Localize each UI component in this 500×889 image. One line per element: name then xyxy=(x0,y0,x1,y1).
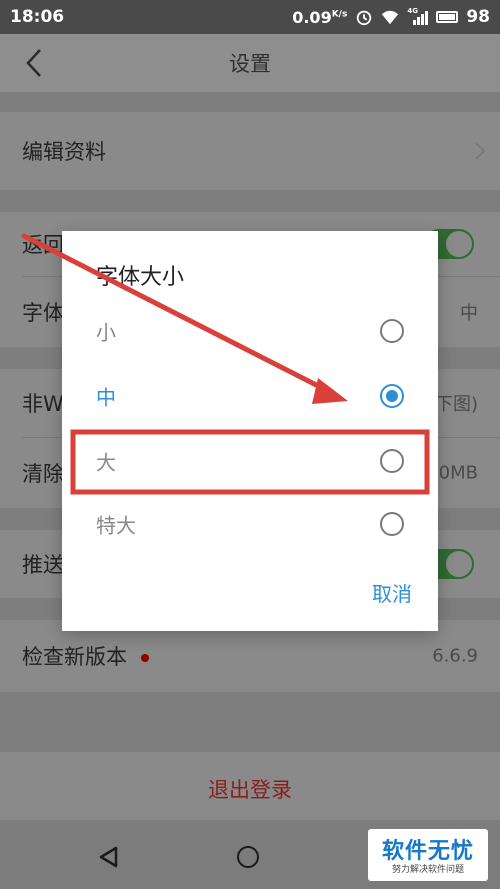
status-icons: 0.09K/s 4G 98 xyxy=(292,7,490,27)
battery-icon xyxy=(436,11,459,23)
watermark-logo: 软件无忧 努力解决软件问题 xyxy=(368,829,488,881)
return-row-label: 返回 xyxy=(22,233,64,257)
clear-row-label: 清除 xyxy=(22,462,64,486)
alarm-icon xyxy=(357,10,372,26)
option-label: 小 xyxy=(96,320,116,345)
option-medium[interactable]: 中 xyxy=(62,363,438,429)
push-row-label: 推送 xyxy=(22,553,64,577)
cancel-button[interactable]: 取消 xyxy=(372,578,412,607)
dialog-title: 字体大小 xyxy=(96,265,185,290)
signal-icon: 4G xyxy=(407,7,429,25)
logout-button[interactable]: 退出登录 xyxy=(0,752,500,820)
check-version-label: 检查新版本 xyxy=(22,641,149,671)
update-dot xyxy=(141,654,149,662)
wifi-icon xyxy=(382,10,399,25)
section-gap xyxy=(0,190,500,212)
option-large[interactable]: 大 xyxy=(62,428,438,494)
option-extra-large[interactable]: 特大 xyxy=(62,491,438,557)
radio-button[interactable] xyxy=(380,319,404,343)
option-label: 大 xyxy=(96,450,116,475)
battery-level: 98 xyxy=(466,7,490,27)
non-wifi-row-label: 非W xyxy=(22,392,64,416)
logout-label: 退出登录 xyxy=(208,778,292,802)
radio-button[interactable] xyxy=(380,384,404,408)
edit-profile-label: 编辑资料 xyxy=(22,140,106,164)
non-wifi-row-value: 下图) xyxy=(434,394,478,415)
chevron-right-icon xyxy=(475,142,486,160)
navbar: 设置 xyxy=(0,34,500,92)
radio-button[interactable] xyxy=(380,449,404,473)
option-label: 中 xyxy=(96,385,116,410)
section-gap xyxy=(0,92,500,112)
option-small[interactable]: 小 xyxy=(62,298,438,364)
page-title: 设置 xyxy=(229,52,271,76)
status-time: 18:06 xyxy=(10,7,65,27)
version-value: 6.6.9 xyxy=(432,645,478,667)
network-speed: 0.09K/s xyxy=(292,7,348,27)
radio-button[interactable] xyxy=(380,512,404,536)
font-size-dialog: 字体大小 小 中 大 特大 取消 xyxy=(62,231,438,631)
font-row-value: 中 xyxy=(460,303,478,324)
edit-profile-row[interactable]: 编辑资料 xyxy=(0,112,500,190)
font-row-label: 字体 xyxy=(22,301,64,325)
status-bar: 18:06 0.09K/s 4G 98 xyxy=(0,0,500,34)
clear-row-value: 0MB xyxy=(438,462,478,484)
nav-back-icon[interactable] xyxy=(98,846,120,868)
nav-home-icon[interactable] xyxy=(237,846,259,868)
watermark-sub: 努力解决软件问题 xyxy=(391,865,464,875)
option-label: 特大 xyxy=(96,513,136,538)
watermark-main: 软件无忧 xyxy=(381,839,474,864)
section-gap xyxy=(0,692,500,752)
